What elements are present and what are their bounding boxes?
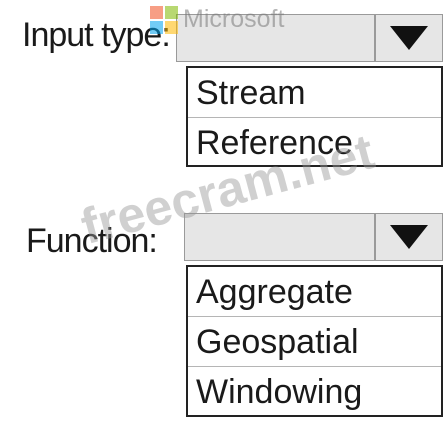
option-aggregate[interactable]: Aggregate (188, 267, 441, 317)
option-geospatial[interactable]: Geospatial (188, 317, 441, 367)
logo-square-blue (150, 20, 163, 34)
triangle-down-icon (390, 26, 428, 50)
triangle-down-icon (390, 225, 428, 249)
logo-square-yellow (165, 20, 178, 34)
function-dropdown-button[interactable] (374, 214, 442, 260)
input-type-dropdown-button[interactable] (374, 15, 442, 61)
option-windowing[interactable]: Windowing (188, 367, 441, 417)
logo-square-green (165, 5, 178, 19)
option-stream[interactable]: Stream (188, 68, 441, 118)
logo-text: Microsoft (183, 5, 285, 33)
microsoft-logo: Microsoft (150, 5, 284, 34)
function-options-list: Aggregate Geospatial Windowing (186, 265, 443, 417)
logo-square-red (150, 5, 163, 19)
windows-logo-icon (150, 5, 178, 34)
input-type-label: Input type: (22, 16, 171, 54)
